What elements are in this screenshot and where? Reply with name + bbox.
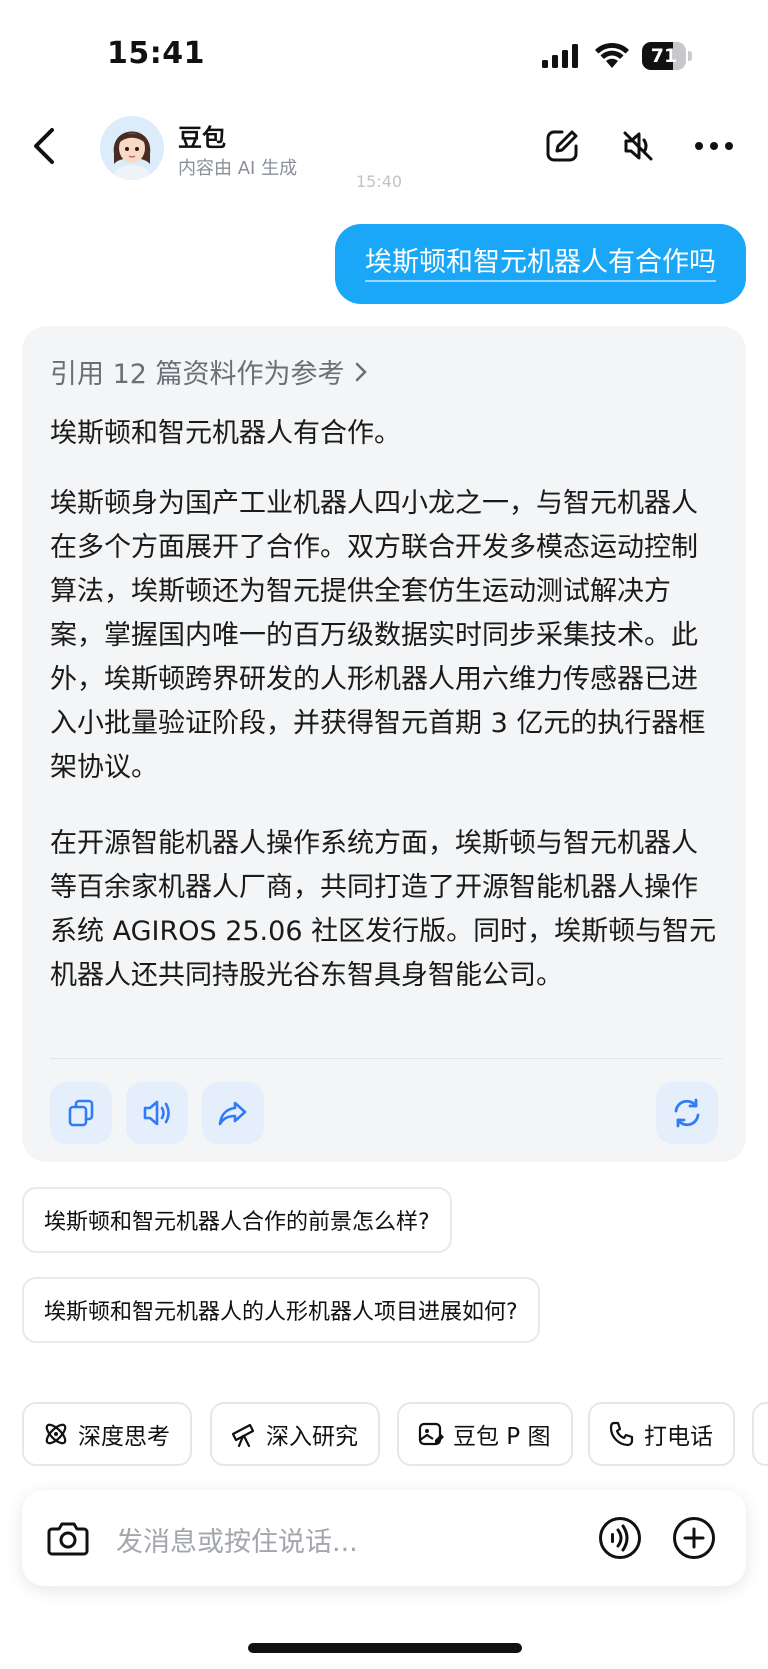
home-indicator <box>248 1643 522 1653</box>
read-aloud-button[interactable] <box>126 1082 188 1144</box>
user-message-text: 埃斯顿和智元机器人有合作吗 <box>365 246 716 282</box>
chip-deep-research[interactable]: 深入研究 <box>210 1402 380 1466</box>
reference-link[interactable]: 引用 12 篇资料作为参考 <box>50 352 369 391</box>
suggested-question[interactable]: 埃斯顿和智元机器人的人形机器人项目进展如何? <box>22 1277 540 1343</box>
more-icon[interactable] <box>690 122 738 170</box>
divider <box>50 1058 722 1059</box>
telescope-icon <box>231 1423 255 1448</box>
share-button[interactable] <box>202 1082 264 1144</box>
chip-image-edit[interactable]: 豆包 P 图 <box>397 1402 573 1466</box>
plus-icon[interactable] <box>670 1514 718 1562</box>
answer-paragraph: 在开源智能机器人操作系统方面，埃斯顿与智元机器人等百余家机器人厂商，共同打造了开… <box>50 828 717 991</box>
chip-label: 深入研究 <box>266 1424 358 1450</box>
copy-icon <box>68 1099 94 1127</box>
chip-overflow[interactable] <box>752 1402 768 1466</box>
image-edit-icon <box>418 1422 444 1446</box>
avatar[interactable] <box>100 116 164 180</box>
suggested-question-text: 埃斯顿和智元机器人合作的前景怎么样? <box>44 1210 430 1235</box>
battery-icon: 71 <box>642 42 696 70</box>
ai-answer-card: 引用 12 篇资料作为参考 埃斯顿和智元机器人有合作。 埃斯顿身为国产工业机器人… <box>22 326 746 1162</box>
chip-label: 深度思考 <box>78 1424 170 1450</box>
camera-icon[interactable] <box>44 1514 92 1562</box>
signal-icon <box>542 44 578 68</box>
chip-label: 豆包 P 图 <box>453 1424 551 1450</box>
copy-button[interactable] <box>50 1082 112 1144</box>
chevron-right-icon <box>355 362 367 381</box>
voice-call-icon[interactable] <box>596 1514 644 1562</box>
reference-label: 引用 12 篇资料作为参考 <box>50 359 345 390</box>
mute-icon[interactable] <box>614 122 662 170</box>
message-timestamp: 15:40 <box>356 172 403 191</box>
user-message-bubble[interactable]: 埃斯顿和智元机器人有合作吗 <box>335 224 746 304</box>
regenerate-icon <box>674 1098 700 1128</box>
battery-percent: 71 <box>650 45 678 67</box>
edit-icon[interactable] <box>538 122 586 170</box>
page-title: 豆包 <box>178 124 226 152</box>
ai-disclaimer: 内容由 AI 生成 <box>178 158 298 179</box>
phone-icon <box>609 1421 634 1447</box>
answer-paragraph: 埃斯顿和智元机器人有合作。 <box>50 418 401 449</box>
chip-label: 打电话 <box>644 1424 713 1450</box>
chip-phone-call[interactable]: 打电话 <box>588 1402 735 1466</box>
speaker-icon <box>143 1100 170 1126</box>
suggested-question-text: 埃斯顿和智元机器人的人形机器人项目进展如何? <box>44 1300 518 1325</box>
share-icon <box>218 1101 247 1126</box>
chip-deep-thinking[interactable]: 深度思考 <box>22 1402 192 1466</box>
answer-paragraph: 埃斯顿身为国产工业机器人四小龙之一，与智元机器人在多个方面展开了合作。双方联合开… <box>50 488 706 783</box>
status-time: 15:41 <box>107 36 205 71</box>
wifi-icon <box>595 42 629 68</box>
suggested-question[interactable]: 埃斯顿和智元机器人合作的前景怎么样? <box>22 1187 452 1253</box>
message-composer: 发消息或按住说话... <box>22 1490 746 1586</box>
message-input[interactable]: 发消息或按住说话... <box>116 1520 358 1559</box>
back-icon[interactable] <box>20 122 68 170</box>
regenerate-button[interactable] <box>656 1082 718 1144</box>
atom-icon <box>45 1423 67 1445</box>
